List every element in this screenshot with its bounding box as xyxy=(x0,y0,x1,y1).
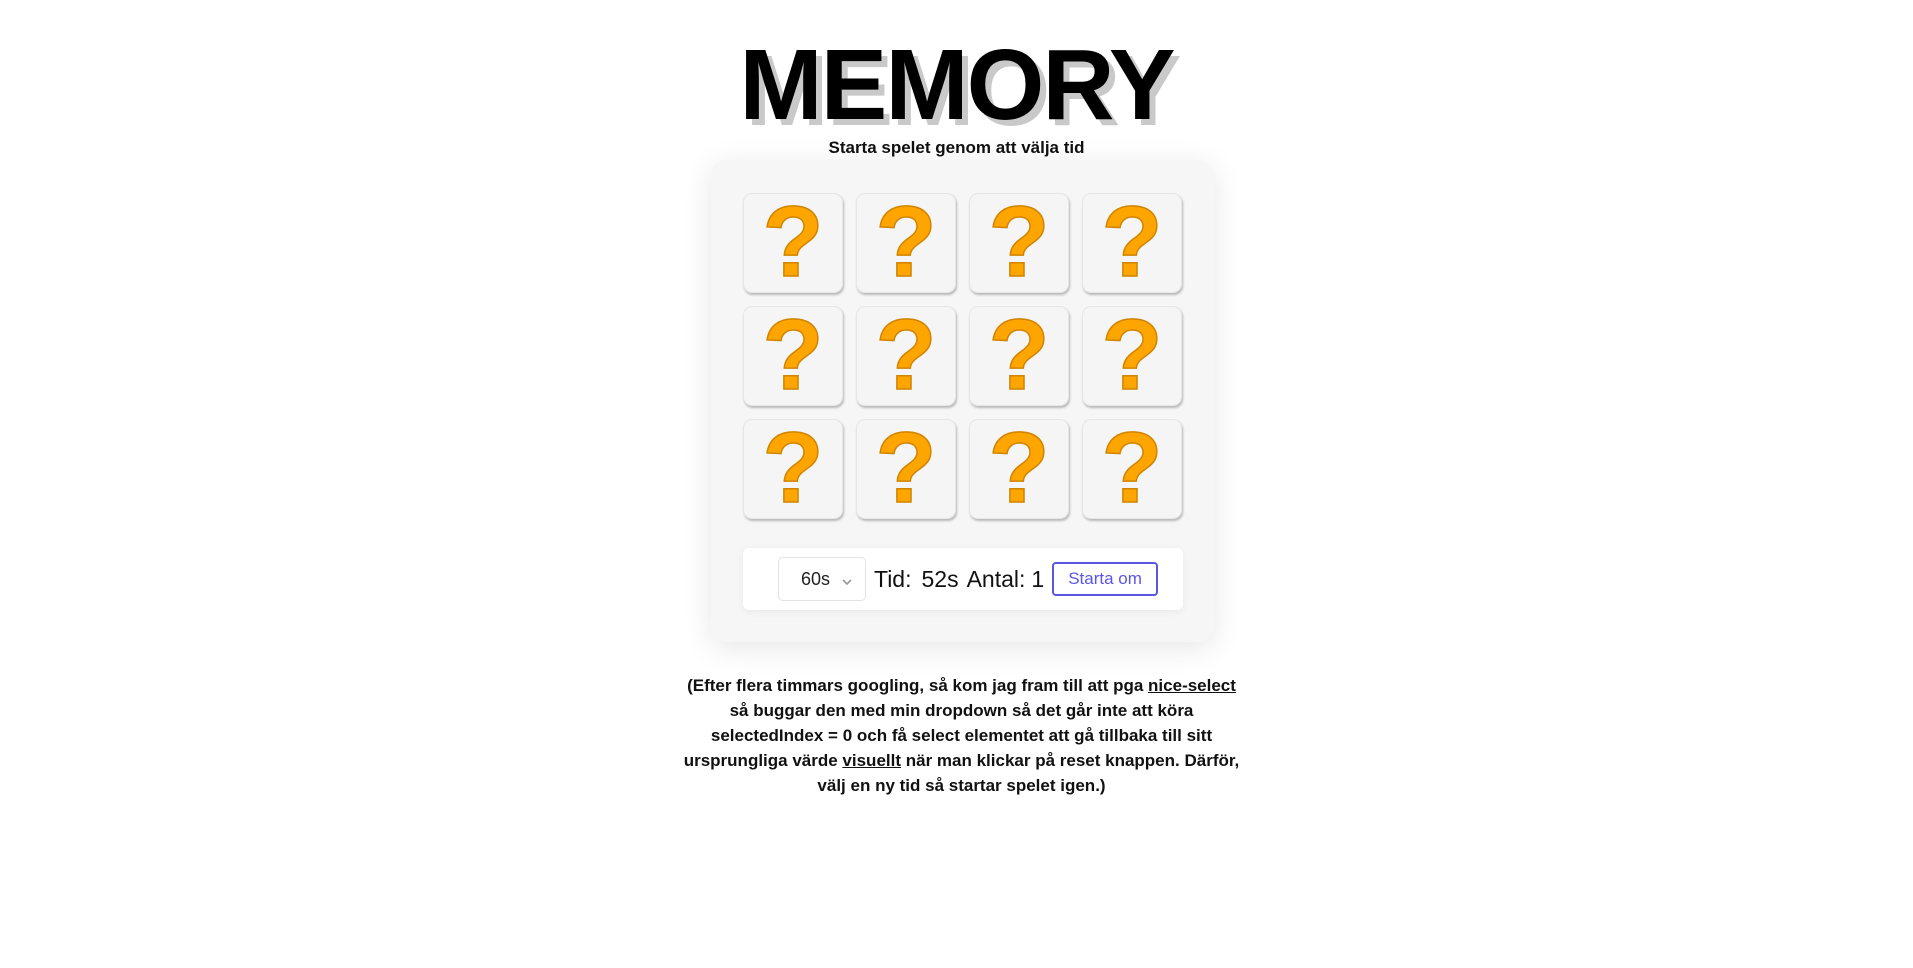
memory-card[interactable]: ? xyxy=(1082,306,1182,406)
question-mark-icon: ? xyxy=(871,313,941,399)
card-grid: ???????????? xyxy=(743,193,1183,519)
svg-text:?: ? xyxy=(1101,313,1162,399)
svg-text:?: ? xyxy=(762,313,823,399)
question-mark-icon: ? xyxy=(984,200,1054,286)
chevron-down-icon xyxy=(841,572,853,593)
visuellt-link[interactable]: visuellt xyxy=(842,751,901,770)
memory-card[interactable]: ? xyxy=(969,193,1069,293)
time-value: 52s xyxy=(921,565,959,592)
nice-select-link[interactable]: nice-select xyxy=(1148,676,1236,695)
count-value: 1 xyxy=(1031,565,1045,592)
memory-card[interactable]: ? xyxy=(743,419,843,519)
count-label: Antal: xyxy=(966,565,1026,592)
memory-card[interactable]: ? xyxy=(743,306,843,406)
controls-bar: 60s Tid: 52s Antal: 1 Starta om xyxy=(743,548,1183,610)
page-title: MEMORY xyxy=(739,29,1175,141)
question-mark-icon: ? xyxy=(1097,426,1167,512)
memory-card[interactable]: ? xyxy=(743,193,843,293)
svg-text:?: ? xyxy=(875,426,936,512)
question-mark-icon: ? xyxy=(984,313,1054,399)
question-mark-icon: ? xyxy=(1097,313,1167,399)
memory-card[interactable]: ? xyxy=(1082,419,1182,519)
page-subtitle: Starta spelet genom att välja tid xyxy=(828,138,1085,157)
note-text-1: (Efter flera timmars googling, så kom ja… xyxy=(687,676,1149,695)
svg-text:?: ? xyxy=(762,426,823,512)
question-mark-icon: ? xyxy=(871,200,941,286)
question-mark-icon: ? xyxy=(984,426,1054,512)
memory-card[interactable]: ? xyxy=(856,193,956,293)
info-note: (Efter flera timmars googling, så kom ja… xyxy=(676,673,1247,798)
question-mark-icon: ? xyxy=(758,313,828,399)
question-mark-icon: ? xyxy=(758,200,828,286)
time-label: Tid: xyxy=(874,565,912,592)
svg-text:?: ? xyxy=(1101,200,1162,286)
svg-text:?: ? xyxy=(875,313,936,399)
time-select[interactable]: 60s xyxy=(778,557,866,601)
svg-text:?: ? xyxy=(988,313,1049,399)
memory-card[interactable]: ? xyxy=(1082,193,1182,293)
game-board: ???????????? 60s Tid: 52s Antal: 1 Start… xyxy=(711,160,1214,642)
question-mark-icon: ? xyxy=(871,426,941,512)
time-select-value: 60s xyxy=(801,568,831,589)
question-mark-icon: ? xyxy=(1097,200,1167,286)
memory-card[interactable]: ? xyxy=(856,419,956,519)
svg-text:?: ? xyxy=(988,426,1049,512)
memory-card[interactable]: ? xyxy=(969,419,1069,519)
svg-text:?: ? xyxy=(762,200,823,286)
question-mark-icon: ? xyxy=(758,426,828,512)
svg-text:?: ? xyxy=(988,200,1049,286)
restart-button[interactable]: Starta om xyxy=(1052,562,1158,596)
page: MEMORY Starta spelet genom att välja tid… xyxy=(0,0,1913,968)
svg-text:?: ? xyxy=(1101,426,1162,512)
memory-card[interactable]: ? xyxy=(969,306,1069,406)
memory-card[interactable]: ? xyxy=(856,306,956,406)
svg-text:?: ? xyxy=(875,200,936,286)
